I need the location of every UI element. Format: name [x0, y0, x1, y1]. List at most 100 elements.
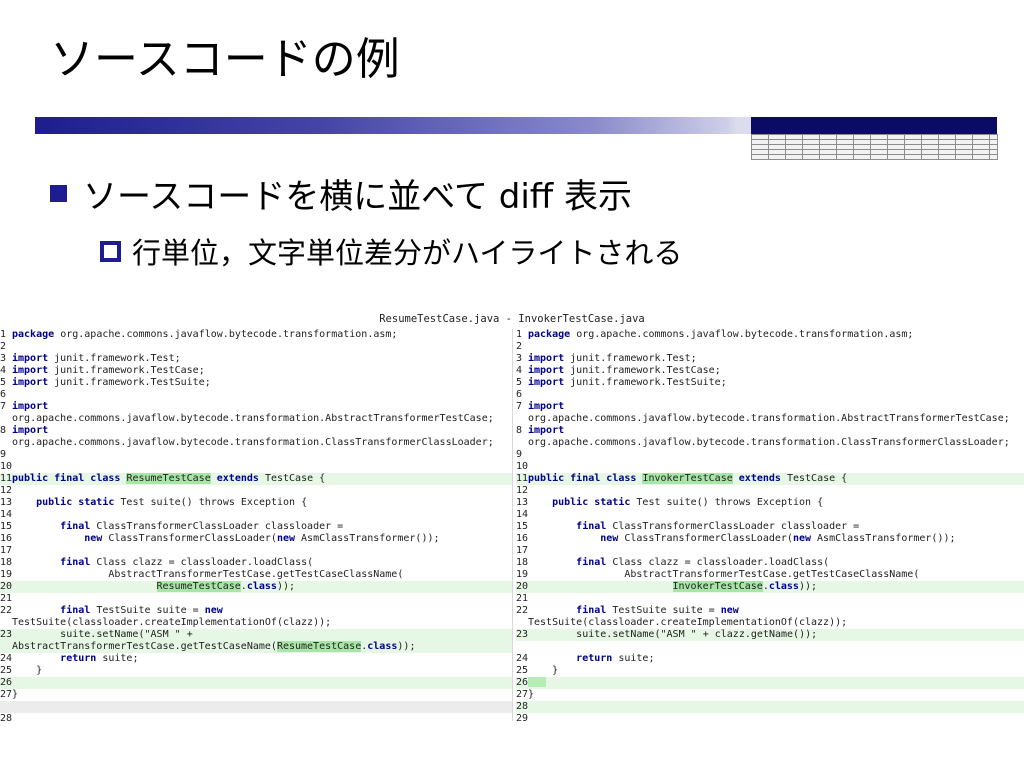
keyword-token: final — [60, 605, 91, 616]
code-line: 16 new ClassTransformerClassLoader(new A… — [516, 533, 1024, 545]
code-line: 1 package org.apache.commons.javaflow.byt… — [0, 329, 512, 341]
keyword-token: import — [528, 377, 565, 388]
line-number: 3 — [516, 353, 523, 364]
line-number: 7 — [516, 401, 523, 412]
code-line: 26 — [516, 677, 1024, 689]
code-line: 14 — [0, 509, 512, 521]
code-line: 18 final Class clazz = classloader.loadC… — [516, 557, 1024, 569]
keyword-token: public — [552, 497, 589, 508]
slide-title: ソースコードの例 — [50, 34, 400, 85]
keyword-token: new — [600, 533, 619, 544]
code-text: final TestSuite suite = new — [576, 605, 739, 616]
code-line: 6 — [516, 389, 1024, 401]
line-number: 19 — [0, 569, 13, 580]
line-number: 10 — [516, 461, 529, 472]
keyword-token: public — [12, 473, 49, 484]
code-text: public static Test suite() throws Except… — [552, 497, 824, 508]
keyword-token: import — [12, 353, 49, 364]
code-text: suite.setName("ASM " + clazz.getName()); — [576, 629, 818, 640]
bullet-level2-text: 行単位，文字単位差分がハイライトされる — [132, 236, 683, 270]
line-number: 9 — [0, 449, 7, 460]
keyword-token: final — [576, 521, 607, 532]
code-line: org.apache.commons.javaflow.bytecode.tra… — [516, 413, 1024, 425]
keyword-token: static — [594, 497, 631, 508]
keyword-token: new — [792, 533, 811, 544]
code-text: public final class ResumeTestCase extend… — [12, 473, 326, 484]
line-number: 2 — [0, 341, 7, 352]
keyword-token: import — [528, 365, 565, 376]
line-number: 15 — [516, 521, 529, 532]
code-line: 6 — [0, 389, 512, 401]
diff-pane-right[interactable]: 1 package org.apache.commons.javaflow.byt… — [516, 329, 1024, 721]
keyword-token: return — [60, 653, 97, 664]
code-line: org.apache.commons.javaflow.bytecode.tra… — [0, 413, 512, 425]
code-line: 14 — [516, 509, 1024, 521]
code-line: 22 final TestSuite suite = new — [516, 605, 1024, 617]
code-text: AbstractTransformerTestCase.getTestCaseN… — [12, 641, 416, 652]
line-number: 21 — [516, 593, 529, 604]
code-text: final Class clazz = classloader.loadClas… — [576, 557, 830, 568]
code-text: ResumeTestCase.class)); — [156, 581, 296, 592]
code-line: 23 suite.setName("ASM " + clazz.getName(… — [516, 629, 1024, 641]
line-number: 19 — [516, 569, 529, 580]
line-number: 13 — [0, 497, 13, 508]
code-line: 5 import junit.framework.TestSuite; — [516, 377, 1024, 389]
code-text: new ClassTransformerClassLoader(new AsmC… — [84, 533, 440, 544]
code-line: 20 ResumeTestCase.class)); — [0, 581, 512, 593]
code-text: final TestSuite suite = new — [60, 605, 223, 616]
code-line: 28 — [0, 713, 512, 721]
line-number: 14 — [0, 509, 13, 520]
line-number: 26 — [516, 677, 529, 688]
line-number: 1 — [516, 329, 523, 340]
code-text: return suite; — [60, 653, 139, 664]
line-number: 18 — [0, 557, 13, 568]
code-text — [528, 677, 546, 689]
code-line: 8 import — [516, 425, 1024, 437]
line-number: 20 — [0, 581, 13, 592]
code-text: public final class InvokerTestCase exten… — [528, 473, 848, 484]
line-number: 28 — [0, 713, 13, 721]
keyword-token: return — [576, 653, 613, 664]
code-text: suite.setName("ASM " + — [60, 629, 193, 640]
line-number: 5 — [516, 377, 523, 388]
code-line: 2 — [516, 341, 1024, 353]
keyword-token: class — [90, 473, 121, 484]
line-number: 8 — [516, 425, 523, 436]
keyword-token: import — [528, 401, 565, 412]
line-number: 24 — [516, 653, 529, 664]
code-line: org.apache.commons.javaflow.bytecode.tra… — [516, 437, 1024, 449]
code-text: import junit.framework.TestCase; — [12, 365, 205, 376]
line-number: 3 — [0, 353, 7, 364]
hollow-square-bullet-icon — [100, 240, 121, 262]
code-line: 16 new ClassTransformerClassLoader(new A… — [0, 533, 512, 545]
keyword-token: new — [720, 605, 739, 616]
keyword-token: import — [12, 365, 49, 376]
code-line: 15 final ClassTransformerClassLoader cla… — [516, 521, 1024, 533]
line-number: 1 — [0, 329, 7, 340]
line-number: 23 — [0, 629, 13, 640]
line-number: 24 — [0, 653, 13, 664]
code-line: 10 — [516, 461, 1024, 473]
line-number: 16 — [516, 533, 529, 544]
code-line: 25 } — [516, 665, 1024, 677]
keyword-token: final — [60, 521, 91, 532]
keyword-token: new — [84, 533, 103, 544]
keyword-token: public — [528, 473, 565, 484]
keyword-token: class — [367, 641, 398, 652]
line-number: 22 — [0, 605, 13, 616]
line-number: 8 — [0, 425, 7, 436]
line-number: 28 — [516, 701, 529, 712]
code-text: org.apache.commons.javaflow.bytecode.tra… — [12, 413, 494, 424]
code-line: 13 public static Test suite() throws Exc… — [0, 497, 512, 509]
line-number: 12 — [516, 485, 529, 496]
line-number — [516, 437, 528, 449]
code-text: AbstractTransformerTestCase.getTestCaseC… — [108, 569, 404, 580]
code-line: 24 return suite; — [0, 653, 512, 665]
keyword-token: import — [12, 401, 49, 412]
line-number: 11 — [0, 473, 13, 484]
decorative-grid — [751, 134, 998, 160]
keyword-token: import — [12, 377, 49, 388]
diff-pane-left[interactable]: 1 package org.apache.commons.javaflow.byt… — [0, 329, 513, 721]
code-line: 17 — [516, 545, 1024, 557]
code-text: TestSuite(classloader.createImplementati… — [12, 617, 332, 628]
